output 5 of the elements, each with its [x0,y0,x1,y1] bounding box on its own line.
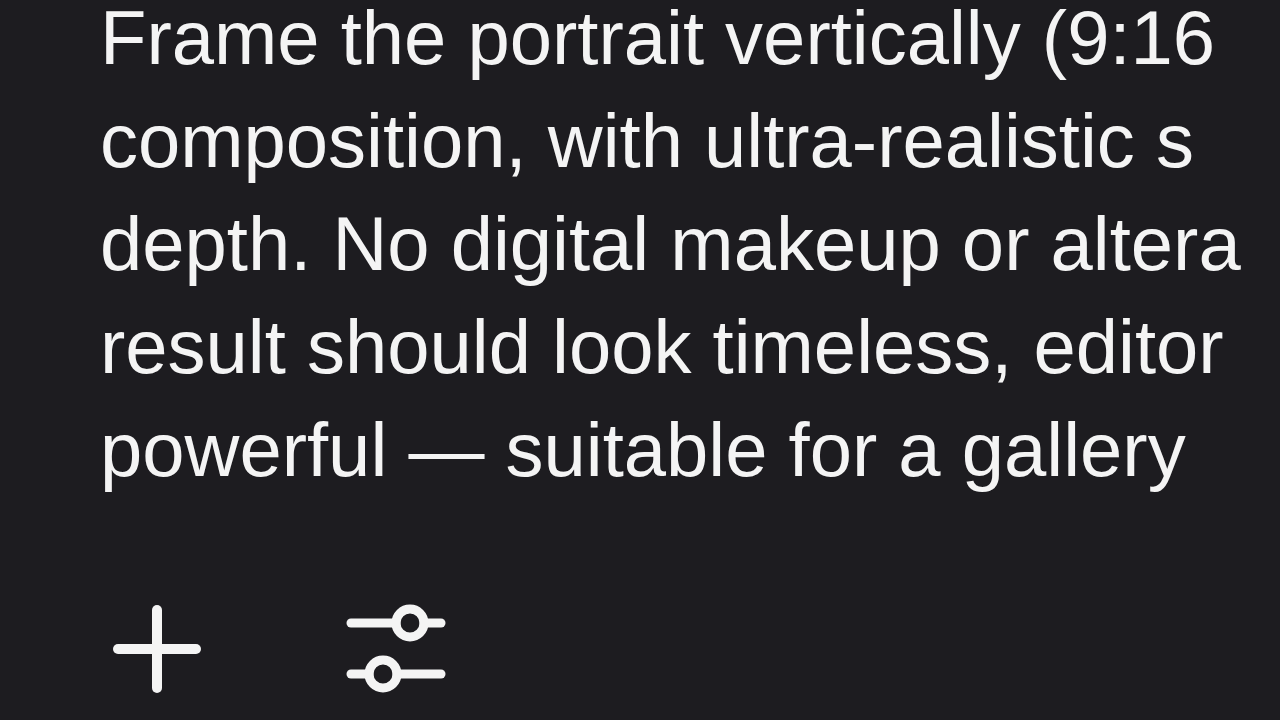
plus-icon [113,605,201,693]
sliders-icon [346,604,446,694]
prompt-text-line: result should look timeless, editor [100,309,1224,385]
adjust-button[interactable] [346,604,446,694]
add-button[interactable] [113,605,201,693]
